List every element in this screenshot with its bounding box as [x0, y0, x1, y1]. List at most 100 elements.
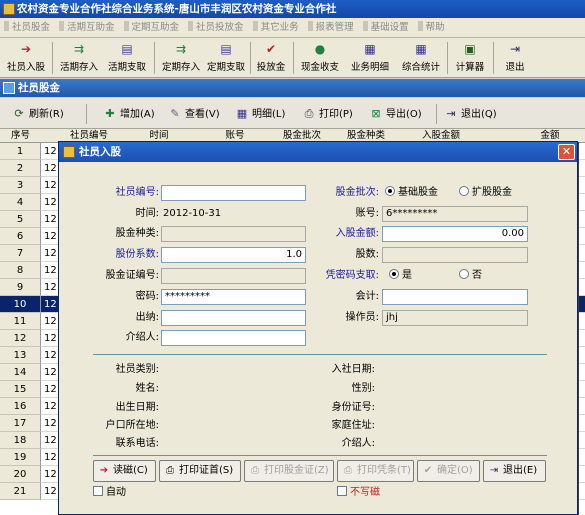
fixed-deposit-button[interactable]: ⇉ 定期存入	[158, 40, 204, 76]
share-coef-field[interactable]: 1.0	[161, 247, 306, 263]
print-button[interactable]: ⎙ 打印(P)	[302, 105, 353, 123]
print-voucher-button[interactable]: ⎙ 打印凭条(T)	[337, 460, 414, 482]
print-icon: ⎙	[344, 465, 352, 476]
business-detail-button[interactable]: ▦ 业务明细	[346, 40, 394, 76]
add-button[interactable]: ✚ 增加(A)	[103, 105, 154, 123]
introducer-field[interactable]	[161, 330, 306, 346]
checkbox-label: 自动	[106, 487, 126, 498]
member-join-button[interactable]: ➔ 社员入股	[4, 40, 48, 76]
export-button[interactable]: ⊠ 导出(O)	[369, 105, 421, 123]
demand-deposit-button[interactable]: ⇉ 活期存入	[56, 40, 102, 76]
share-coef-label: 股份系数:	[115, 249, 159, 260]
row-number[interactable]: 12	[0, 330, 41, 347]
cert-no-field[interactable]	[161, 268, 306, 284]
cashier-field[interactable]	[161, 310, 306, 326]
pwd-no-radio[interactable]: 否	[459, 268, 482, 284]
row-number[interactable]: 10	[0, 296, 41, 313]
row-number[interactable]: 19	[0, 449, 41, 466]
batch-basic-radio[interactable]: 基础股金	[385, 185, 438, 201]
fixed-withdraw-button[interactable]: ▤ 定期支取	[203, 40, 249, 76]
introducer-label: 介绍人:	[125, 332, 159, 343]
confirm-button[interactable]: ✔ 确定(O)	[417, 460, 480, 482]
row-number[interactable]: 16	[0, 398, 41, 415]
accountant-field[interactable]	[382, 289, 528, 305]
info-member-type: 社员类别:	[115, 364, 159, 375]
arrow-right-icon: ➔	[20, 42, 32, 56]
row-number[interactable]: 5	[0, 211, 41, 228]
row-number[interactable]: 6	[0, 228, 41, 245]
exit-button[interactable]: ⇥ 退出	[498, 40, 532, 76]
row-number[interactable]: 15	[0, 381, 41, 398]
member-id-field[interactable]	[161, 185, 306, 201]
info-household: 户口所在地:	[105, 420, 159, 431]
column-header[interactable]: 序号	[0, 129, 41, 143]
row-number[interactable]: 3	[0, 177, 41, 194]
row-number[interactable]: 18	[0, 432, 41, 449]
row-number[interactable]: 8	[0, 262, 41, 279]
row-number[interactable]: 4	[0, 194, 41, 211]
menu-label: 基础设置	[370, 22, 409, 33]
toolbar-label: 定期支取	[206, 62, 245, 73]
radio-dot	[389, 269, 399, 279]
menu-item-fixed-fund[interactable]: 定期互助金	[120, 18, 185, 37]
investment-button[interactable]: ✔ 投放金	[253, 40, 289, 76]
read-card-button[interactable]: ➔ 读磁(C)	[93, 460, 156, 482]
row-number[interactable]: 14	[0, 364, 41, 381]
demand-withdraw-button[interactable]: ▤ 活期支取	[104, 40, 150, 76]
row-number[interactable]: 20	[0, 466, 41, 483]
cashier-label: 出纳:	[135, 312, 159, 323]
row-number[interactable]: 13	[0, 347, 41, 364]
print-cert-button[interactable]: ⎙ 打印股金证(Z)	[244, 460, 334, 482]
exit-icon: ⇥	[489, 465, 499, 476]
shares-field[interactable]	[382, 247, 528, 263]
statistics-button[interactable]: ▦ 综合统计	[397, 40, 445, 76]
share-type-field[interactable]	[161, 226, 306, 242]
toolbar-separator	[86, 104, 87, 124]
print-cert-first-button[interactable]: ⎙ 打印证首(S)	[159, 460, 241, 482]
batch-expand-radio[interactable]: 扩股股金	[459, 185, 512, 201]
menu-item-reports[interactable]: 报表管理	[304, 18, 359, 37]
info-phone: 联系电话:	[115, 438, 159, 449]
toolbar-label: 退出	[505, 62, 525, 73]
button-label: 打印(P)	[319, 109, 353, 120]
menu-item-settings[interactable]: 基础设置	[359, 18, 414, 37]
account-field[interactable]: 6*********	[382, 206, 528, 222]
dialog-exit-button[interactable]: ⇥ 退出(E)	[483, 460, 546, 482]
row-number[interactable]: 21	[0, 483, 41, 500]
amount-field[interactable]: 0.00	[382, 226, 528, 242]
info-id-number: 身份证号:	[331, 402, 375, 413]
view-button[interactable]: ✎ 查看(V)	[168, 105, 219, 123]
divider	[93, 354, 547, 355]
deposit-icon: ⇉	[175, 42, 187, 56]
panel-exit-button[interactable]: ⇥ 退出(Q)	[444, 105, 496, 123]
toolbar-label: 定期存入	[161, 62, 200, 73]
detail-button[interactable]: ▦ 明细(L)	[235, 105, 286, 123]
menu-item-investment[interactable]: 社员投放金	[184, 18, 249, 37]
password-field[interactable]: *********	[161, 289, 306, 305]
row-number[interactable]: 1	[0, 143, 41, 160]
no-passbook-checkbox[interactable]: 不写磁	[337, 486, 380, 500]
info-introducer: 介绍人:	[341, 438, 375, 449]
deposit-icon: ⇉	[73, 42, 85, 56]
calculator-button[interactable]: ▣ 计算器	[451, 40, 489, 76]
row-number[interactable]: 2	[0, 160, 41, 177]
menu-icon	[59, 21, 65, 31]
row-number[interactable]: 7	[0, 245, 41, 262]
toolbar-label: 业务明细	[350, 62, 389, 73]
row-number[interactable]: 9	[0, 279, 41, 296]
view-icon: ✎	[170, 107, 180, 120]
pwd-yes-radio[interactable]: 是	[389, 268, 412, 284]
menu-item-member-shares[interactable]: 社员股金	[0, 18, 55, 37]
menu-item-demand-fund[interactable]: 活期互助金	[55, 18, 120, 37]
cash-button[interactable]: ● 现金收支	[297, 40, 343, 76]
row-number[interactable]: 11	[0, 313, 41, 330]
divider	[93, 455, 547, 456]
checkbox-box	[93, 486, 103, 496]
menu-item-other[interactable]: 其它业务	[249, 18, 304, 37]
refresh-button[interactable]: ⟳ 刷新(R)	[12, 105, 63, 123]
close-icon[interactable]: ✕	[558, 144, 575, 160]
menu-item-help[interactable]: 帮助	[414, 18, 450, 37]
radio-dot	[459, 186, 469, 196]
row-number[interactable]: 17	[0, 415, 41, 432]
auto-checkbox[interactable]: 自动	[93, 486, 126, 500]
